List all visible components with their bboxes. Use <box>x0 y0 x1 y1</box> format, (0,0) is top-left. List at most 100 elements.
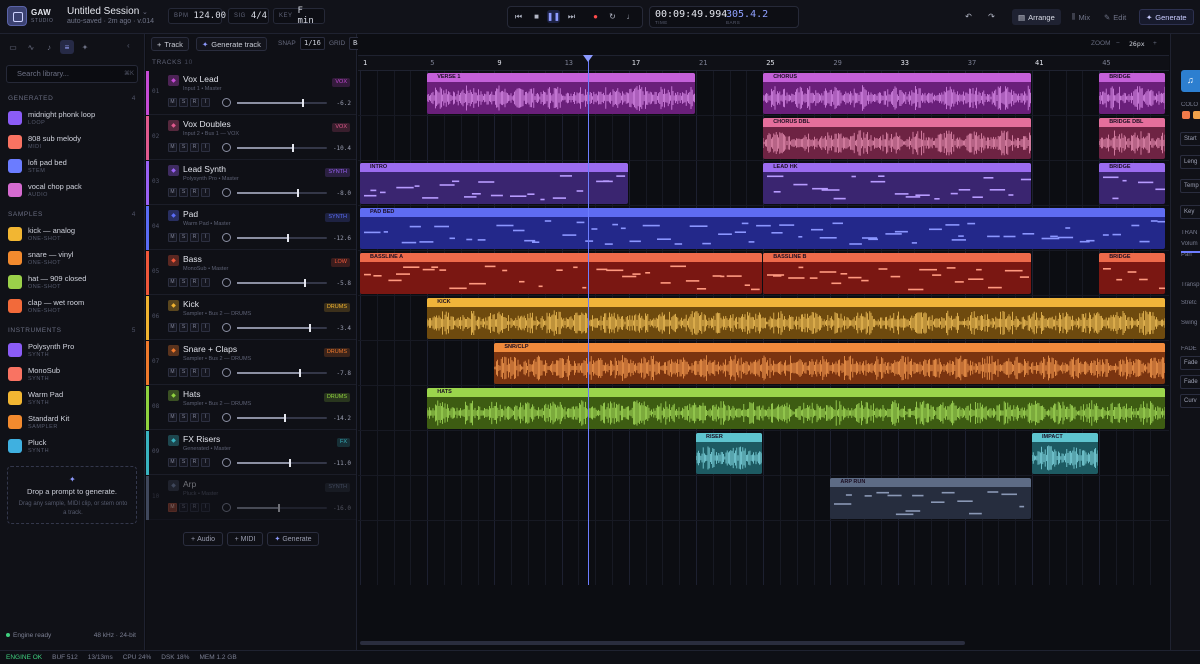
pan-knob[interactable] <box>222 143 231 152</box>
track-header[interactable]: 03 ◆ Lead Synth Polysynth Pro • Master SYNTH… <box>146 161 356 205</box>
volume-fader-thumb[interactable] <box>303 279 306 287</box>
record-icon[interactable]: ● <box>589 10 602 23</box>
volume-fader[interactable] <box>237 279 327 287</box>
record-arm-button[interactable]: R <box>190 413 199 422</box>
add-track-button[interactable]: + Track <box>151 37 189 51</box>
waveform-icon[interactable]: ∿ <box>24 40 38 54</box>
library-item[interactable]: Warm Pad SYNTH <box>8 389 138 409</box>
volume-fader-thumb[interactable] <box>283 414 286 422</box>
library-item[interactable]: lofi pad bed STEM <box>8 157 138 177</box>
pan-knob[interactable] <box>222 458 231 467</box>
volume-fader[interactable] <box>237 324 327 332</box>
volume-fader[interactable] <box>237 189 327 197</box>
clip[interactable]: BASSLINE B <box>763 253 1031 294</box>
inspector-field[interactable]: Leng <box>1180 155 1200 169</box>
mute-button[interactable]: M <box>168 503 177 512</box>
clip[interactable]: BRIDGE <box>1099 73 1166 114</box>
prompt-drop-zone[interactable]: ✦ Drop a prompt to generate. Drag any sa… <box>7 466 137 524</box>
zoom-out-button[interactable]: − <box>1116 40 1120 47</box>
library-item[interactable]: clap — wet room ONE-SHOT <box>8 297 138 317</box>
redo-icon[interactable]: ↷ <box>985 10 998 23</box>
track-name[interactable]: Vox Lead <box>183 74 218 84</box>
track-name[interactable]: Bass <box>183 254 202 264</box>
session-title[interactable]: Untitled Session ⌄ <box>67 6 148 17</box>
generate-button[interactable]: ✦ Generate <box>1139 9 1194 25</box>
library-item[interactable]: 808 sub melody MIDI <box>8 133 138 153</box>
volume-fader-thumb[interactable] <box>301 99 304 107</box>
inspector-field[interactable]: Curv <box>1180 394 1200 408</box>
track-lane[interactable] <box>358 476 1169 521</box>
library-item[interactable]: Standard Kit SAMPLER <box>8 413 138 433</box>
playhead[interactable] <box>588 55 590 585</box>
input-monitor-button[interactable]: I <box>201 368 210 377</box>
library-item[interactable]: snare — vinyl ONE-SHOT <box>8 249 138 269</box>
input-monitor-button[interactable]: I <box>201 458 210 467</box>
clip[interactable]: RISER <box>696 433 763 474</box>
clip[interactable]: ARP RUN <box>830 478 1031 519</box>
horizontal-scrollbar[interactable] <box>360 641 965 645</box>
volume-fader[interactable] <box>237 234 327 242</box>
volume-slider[interactable] <box>1181 251 1200 253</box>
record-arm-button[interactable]: R <box>190 98 199 107</box>
solo-button[interactable]: S <box>179 503 188 512</box>
track-name[interactable]: Arp <box>183 479 196 489</box>
plugin-icon[interactable]: ✦ <box>78 40 92 54</box>
mute-button[interactable]: M <box>168 458 177 467</box>
clip[interactable]: IMPACT <box>1032 433 1099 474</box>
library-item[interactable]: hat — 909 closed ONE-SHOT <box>8 273 138 293</box>
stop-icon[interactable]: ■ <box>530 10 543 23</box>
app-logo[interactable] <box>7 6 27 26</box>
clip[interactable]: BASSLINE A <box>360 253 763 294</box>
track-name[interactable]: FX Risers <box>183 434 220 444</box>
solo-button[interactable]: S <box>179 188 188 197</box>
pan-knob[interactable] <box>222 188 231 197</box>
track-name[interactable]: Lead Synth <box>183 164 226 174</box>
clip[interactable]: CHORUS DBL <box>763 118 1031 159</box>
inspector-field[interactable]: Key <box>1180 205 1200 219</box>
solo-button[interactable]: S <box>179 413 188 422</box>
timeline-ruler[interactable]: 1 5 9 13 17 21 25 29 33 37 41 45 <box>358 55 1169 71</box>
clip[interactable]: KICK <box>427 298 1166 339</box>
inspector-field[interactable]: Fade <box>1180 356 1200 370</box>
volume-fader[interactable] <box>237 144 327 152</box>
playhead-handle[interactable] <box>583 55 594 62</box>
clip[interactable]: BRIDGE DBL <box>1099 118 1166 159</box>
track-name[interactable]: Vox Doubles <box>183 119 231 129</box>
skip-forward-icon[interactable]: ⏭ <box>565 10 578 23</box>
volume-fader-thumb[interactable] <box>289 459 292 467</box>
folder-icon[interactable]: ▭ <box>6 40 20 54</box>
library-item[interactable]: Polysynth Pro SYNTH <box>8 341 138 361</box>
library-item[interactable]: kick — analog ONE-SHOT <box>8 225 138 245</box>
solo-button[interactable]: S <box>179 278 188 287</box>
volume-fader-thumb[interactable] <box>309 324 311 332</box>
solo-button[interactable]: S <box>179 368 188 377</box>
library-item[interactable]: MonoSub SYNTH <box>8 365 138 385</box>
volume-fader-thumb[interactable] <box>277 504 280 512</box>
add-midi-button[interactable]: + MIDI <box>227 532 263 546</box>
input-monitor-button[interactable]: I <box>201 278 210 287</box>
record-arm-button[interactable]: R <box>190 368 199 377</box>
color-swatch[interactable] <box>1182 111 1190 119</box>
pan-knob[interactable] <box>222 413 231 422</box>
library-item[interactable]: Pluck SYNTH <box>8 437 138 457</box>
bpm-control[interactable]: BPM 124.00 <box>168 8 226 24</box>
clip[interactable]: HATS <box>427 388 1166 429</box>
time-signature-control[interactable]: SIG 4/4 <box>228 8 269 24</box>
solo-button[interactable]: S <box>179 323 188 332</box>
track-header[interactable]: 07 ◆ Snare + Claps Sampler • Bus 2 — DRUMS D… <box>146 341 356 385</box>
arrangement-view[interactable]: ZOOM − 26px + 1 5 9 13 17 21 25 29 33 37 41 45 VERS… <box>358 34 1169 650</box>
volume-fader-thumb[interactable] <box>297 189 300 197</box>
volume-fader-thumb[interactable] <box>286 234 289 242</box>
pan-knob[interactable] <box>222 98 231 107</box>
library-item[interactable]: vocal chop pack AUDIO <box>8 181 138 201</box>
sample-icon[interactable]: ♪ <box>42 40 56 54</box>
track-header[interactable]: 08 ◆ Hats Sampler • Bus 2 — DRUMS DRUMS M S R I -… <box>146 386 356 430</box>
mute-button[interactable]: M <box>168 278 177 287</box>
mute-button[interactable]: M <box>168 143 177 152</box>
volume-fader[interactable] <box>237 459 327 467</box>
record-arm-button[interactable]: R <box>190 188 199 197</box>
input-monitor-button[interactable]: I <box>201 188 210 197</box>
solo-button[interactable]: S <box>179 458 188 467</box>
generate-track-button[interactable]: ✦ Generate track <box>196 37 267 51</box>
volume-fader[interactable] <box>237 504 327 512</box>
